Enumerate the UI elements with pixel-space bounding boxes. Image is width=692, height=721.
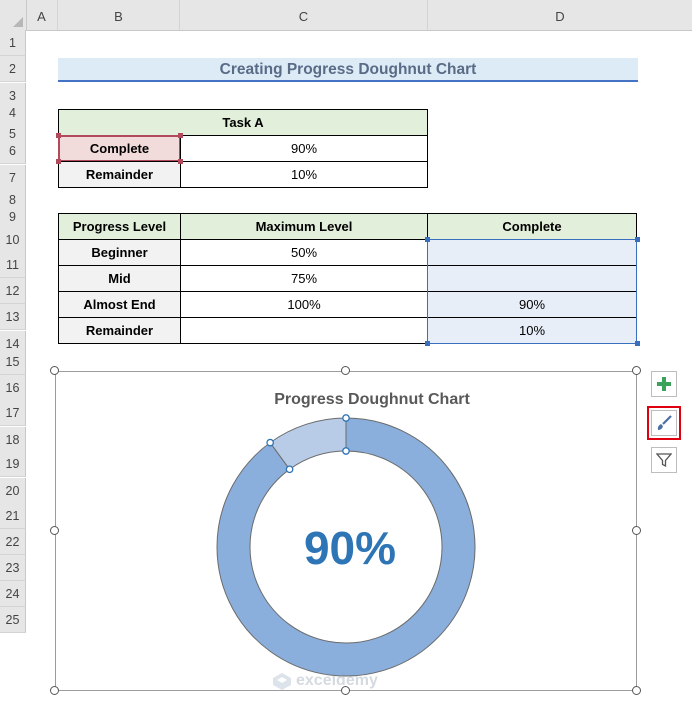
row-header-1[interactable]: 1 (0, 30, 26, 56)
chart-resize-handle[interactable] (50, 366, 59, 375)
task-table-header[interactable]: Task A (58, 109, 428, 136)
row-header-25[interactable]: 25 (0, 607, 26, 633)
doughnut-chart-svg: Progress Doughnut Chart 90% (216, 391, 476, 677)
row-header-22[interactable]: 22 (0, 529, 26, 555)
row-header-11[interactable]: 11 (0, 252, 26, 278)
row-header-12[interactable]: 12 (0, 278, 26, 304)
row-header-20[interactable]: 20 (0, 478, 26, 504)
range-handle[interactable] (56, 133, 61, 138)
progress-header-level[interactable]: Progress Level (58, 213, 181, 240)
watermark-text: exceldemy (296, 672, 378, 689)
point-handle[interactable] (342, 414, 350, 422)
task-complete-label[interactable]: Complete (58, 135, 181, 162)
column-header-a[interactable]: A (26, 0, 58, 30)
row-header-17[interactable]: 17 (0, 400, 26, 426)
row-header-2[interactable]: 2 (0, 56, 26, 82)
chart-area[interactable]: Progress Doughnut Chart 90% exceldemy (55, 371, 637, 691)
row-header-15[interactable]: 15 (0, 349, 26, 375)
range-handle[interactable] (425, 341, 430, 346)
filter-icon (656, 453, 672, 468)
task-complete-value[interactable]: 90% (180, 135, 428, 162)
row-header-10[interactable]: 10 (0, 227, 26, 253)
chart-styles-button[interactable] (647, 406, 681, 440)
range-handle[interactable] (178, 159, 183, 164)
plus-icon (657, 377, 671, 391)
progress-max-cell[interactable] (180, 317, 428, 344)
brush-icon (657, 415, 672, 430)
column-header-c[interactable]: C (180, 0, 428, 30)
chart-resize-handle[interactable] (632, 526, 641, 535)
chart-resize-handle[interactable] (341, 686, 350, 695)
progress-header-complete[interactable]: Complete (427, 213, 637, 240)
chart-title[interactable]: Progress Doughnut Chart (274, 391, 470, 408)
row-header-6[interactable]: 6 (0, 138, 26, 164)
range-handle[interactable] (635, 341, 640, 346)
range-handle[interactable] (56, 159, 61, 164)
row-header-21[interactable]: 21 (0, 503, 26, 529)
column-header-b[interactable]: B (58, 0, 180, 30)
progress-level-cell[interactable]: Remainder (58, 317, 181, 344)
range-handle[interactable] (425, 237, 430, 242)
chart-resize-handle[interactable] (632, 366, 641, 375)
watermark-logo-icon (273, 673, 291, 690)
progress-header-max[interactable]: Maximum Level (180, 213, 428, 240)
chart-resize-handle[interactable] (632, 686, 641, 695)
row-header-23[interactable]: 23 (0, 555, 26, 581)
progress-max-cell[interactable]: 50% (180, 239, 428, 266)
point-handle[interactable] (285, 465, 294, 474)
selected-range-outline (427, 239, 637, 344)
progress-max-cell[interactable]: 100% (180, 291, 428, 318)
chart-filters-button[interactable] (651, 447, 677, 473)
row-header-18[interactable]: 18 (0, 427, 26, 453)
progress-max-cell[interactable]: 75% (180, 265, 428, 292)
task-remainder-value[interactable]: 10% (180, 161, 428, 188)
task-remainder-label[interactable]: Remainder (58, 161, 181, 188)
sheet-title[interactable]: Creating Progress Doughnut Chart (58, 58, 638, 82)
progress-level-cell[interactable]: Almost End (58, 291, 181, 318)
chart-resize-handle[interactable] (50, 686, 59, 695)
column-header-d[interactable]: D (428, 0, 692, 30)
row-header-13[interactable]: 13 (0, 304, 26, 330)
row-header-16[interactable]: 16 (0, 375, 26, 401)
point-handle[interactable] (342, 447, 350, 455)
chart-resize-handle[interactable] (341, 366, 350, 375)
progress-level-cell[interactable]: Mid (58, 265, 181, 292)
select-all-corner[interactable] (0, 0, 27, 30)
point-handle[interactable] (266, 438, 275, 447)
row-header-24[interactable]: 24 (0, 581, 26, 607)
center-percentage-label: 90% (304, 522, 396, 574)
chart-elements-button[interactable] (651, 371, 677, 397)
chart-resize-handle[interactable] (50, 526, 59, 535)
progress-level-cell[interactable]: Beginner (58, 239, 181, 266)
range-handle[interactable] (178, 133, 183, 138)
range-handle[interactable] (635, 237, 640, 242)
row-header-19[interactable]: 19 (0, 451, 26, 477)
